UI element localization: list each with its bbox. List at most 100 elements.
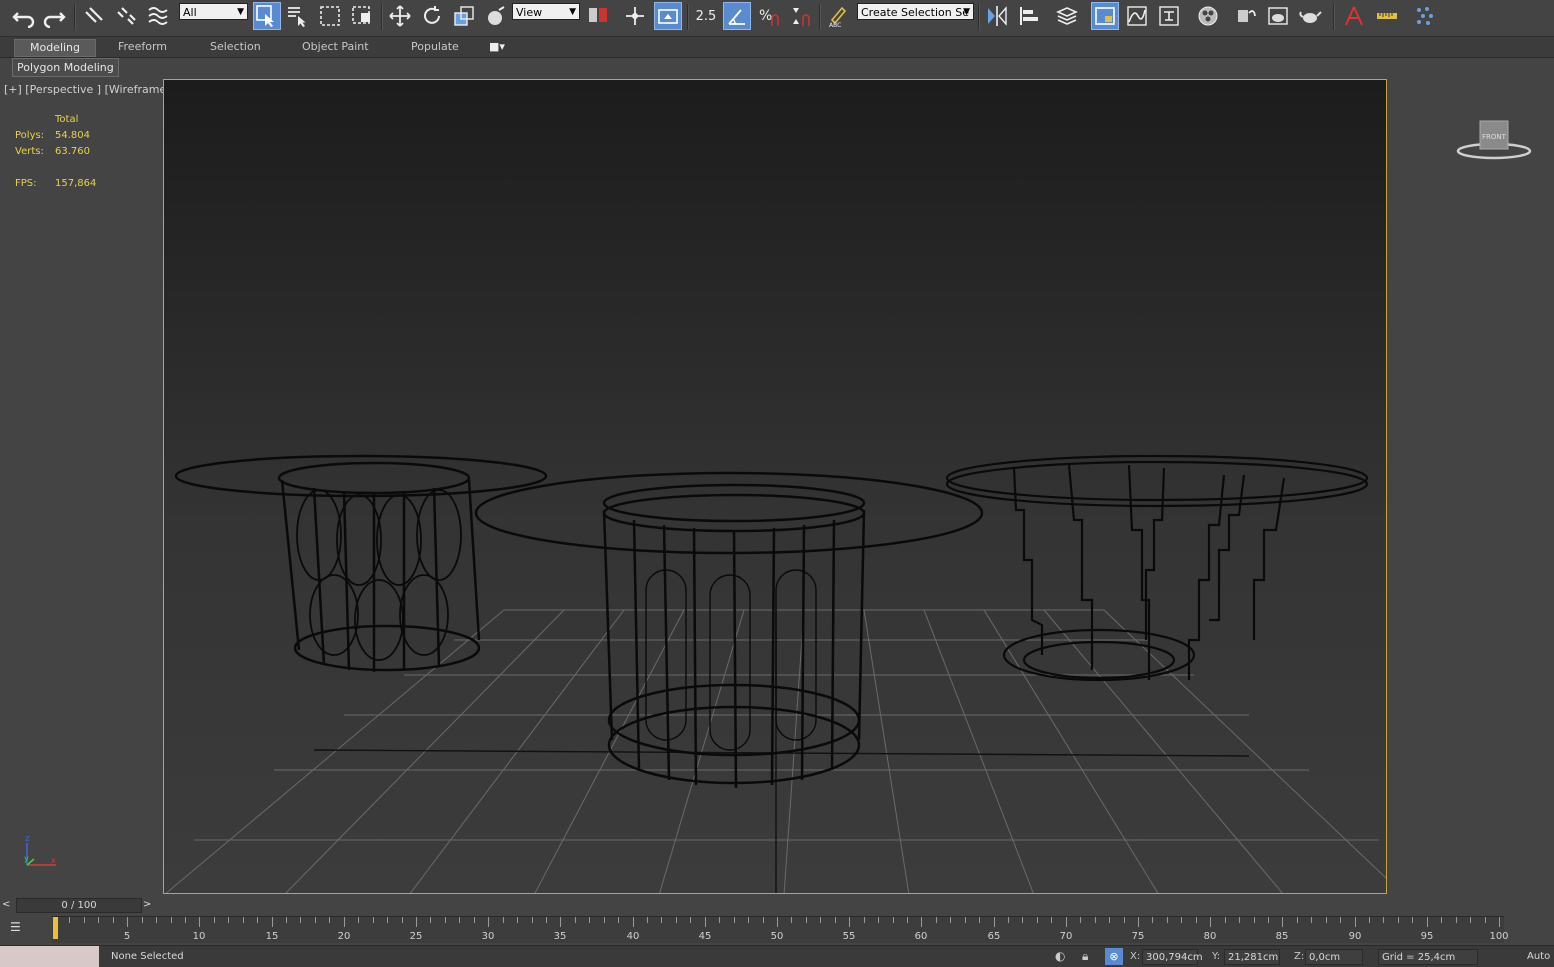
- curve-toggle-icon: ☰: [10, 920, 21, 934]
- ruler-tick: [1369, 917, 1370, 923]
- current-frame-marker[interactable]: [53, 917, 58, 939]
- schematic-icon: [1159, 6, 1179, 26]
- perspective-viewport[interactable]: [163, 79, 1387, 894]
- ruler-tick: [1282, 917, 1283, 927]
- tab-selection[interactable]: Selection: [210, 39, 261, 55]
- toolbar-separator: [1333, 4, 1335, 30]
- layer-explorer-button[interactable]: [1053, 2, 1081, 30]
- bind-spacewarp-button[interactable]: [144, 2, 172, 30]
- rendered-frame-button[interactable]: [1264, 2, 1292, 30]
- curve-editor-icon: [1127, 6, 1147, 26]
- select-manipulate-button[interactable]: [621, 2, 649, 30]
- time-slider-thumb[interactable]: 0 / 100: [16, 898, 142, 913]
- ribbon-options-button[interactable]: ■▾: [489, 39, 505, 55]
- undo-button[interactable]: [10, 2, 38, 30]
- ruler-tick: [214, 917, 215, 923]
- tab-modeling[interactable]: Modeling: [14, 39, 96, 57]
- tab-populate[interactable]: Populate: [411, 39, 459, 55]
- absolute-mode-icon: ⊗: [1109, 950, 1119, 963]
- ruler-tick-label: 20: [337, 931, 351, 942]
- viewport-label-menu[interactable]: [+] [Perspective ] [Wireframe ]: [4, 83, 174, 96]
- ruler-tick: [257, 917, 258, 923]
- ruler-tick: [1181, 917, 1182, 923]
- isolate-button[interactable]: ◐: [1055, 949, 1065, 963]
- polygon-modeling-panel-tab[interactable]: Polygon Modeling: [12, 58, 119, 77]
- ruler-tick-label: 10: [192, 931, 206, 942]
- ruler-tick: [243, 917, 244, 923]
- ruler-tick: [1254, 917, 1255, 923]
- edit-named-selection-button[interactable]: ABC: [824, 2, 852, 30]
- particle-view-button[interactable]: [1411, 2, 1439, 30]
- rect-selection-button[interactable]: [316, 2, 344, 30]
- ref-coord-dropdown[interactable]: View ▼: [512, 3, 580, 20]
- material-editor-button[interactable]: [1194, 2, 1222, 30]
- scale-button[interactable]: [450, 2, 478, 30]
- percent-snap-button[interactable]: %: [755, 2, 783, 30]
- selection-status: None Selected: [111, 951, 184, 962]
- stats-fps-label: FPS:: [15, 178, 37, 189]
- named-selection-dropdown[interactable]: Create Selection Se ▼: [857, 3, 974, 20]
- x-coord-label: X:: [1130, 951, 1141, 962]
- link-button[interactable]: [80, 2, 108, 30]
- align-button[interactable]: [1016, 2, 1044, 30]
- ruler-tick: [661, 917, 662, 923]
- placement-button[interactable]: [482, 2, 510, 30]
- keyboard-shortcut-override-button[interactable]: [654, 2, 682, 30]
- redo-button[interactable]: [40, 2, 68, 30]
- absolute-mode-button[interactable]: ⊗: [1105, 948, 1123, 965]
- mini-curve-editor-button[interactable]: ☰: [10, 920, 32, 936]
- auto-key-button[interactable]: Auto: [1524, 949, 1554, 965]
- tab-freeform[interactable]: Freeform: [118, 39, 167, 55]
- ruler-tick-label: 5: [123, 931, 131, 942]
- x-coord-field[interactable]: 300,794cm: [1142, 949, 1203, 965]
- ruler-tick: [315, 917, 316, 923]
- render-production-button[interactable]: [1296, 2, 1324, 30]
- civil-view-button[interactable]: [1340, 2, 1368, 30]
- ruler-tick: [1109, 917, 1110, 923]
- spacewarp-icon: [148, 7, 168, 25]
- maxscript-listener-field[interactable]: [0, 946, 99, 967]
- render-setup-button[interactable]: [1232, 2, 1260, 30]
- z-coord-field[interactable]: 0,0cm: [1305, 949, 1363, 965]
- tab-object-paint[interactable]: Object Paint: [302, 39, 369, 55]
- mirror-button[interactable]: [983, 2, 1011, 30]
- curve-editor-button[interactable]: [1123, 2, 1151, 30]
- measure-button[interactable]: [1373, 2, 1401, 30]
- unlink-button[interactable]: [112, 2, 140, 30]
- spinner-snap-button[interactable]: [787, 2, 815, 30]
- ruler-tick: [300, 917, 301, 923]
- ruler-tick: [171, 917, 172, 923]
- ruler-tick: [820, 917, 821, 923]
- angle-snap-button[interactable]: [723, 2, 751, 30]
- undo-icon: [12, 12, 35, 28]
- ruler-tick-label: 85: [1275, 931, 1289, 942]
- y-coord-field[interactable]: 21,281cm: [1224, 949, 1280, 965]
- next-frame-button[interactable]: >: [143, 898, 155, 911]
- ruler-tick: [763, 917, 764, 923]
- ribbon-options-icon: ■▾: [489, 40, 505, 53]
- rotate-button[interactable]: [418, 2, 446, 30]
- ruler-tick: [777, 917, 778, 927]
- pivot-center-button[interactable]: [584, 2, 612, 30]
- move-button[interactable]: [386, 2, 414, 30]
- ruler-tick: [1066, 917, 1067, 927]
- ruler-tick-label: 35: [553, 931, 567, 942]
- schematic-view-button[interactable]: [1155, 2, 1183, 30]
- ruler-tick-label: 15: [265, 931, 279, 942]
- selection-filter-dropdown[interactable]: All ▼: [179, 3, 248, 20]
- scene-explorer-button[interactable]: [1091, 2, 1119, 30]
- window-crossing-button[interactable]: [348, 2, 376, 30]
- snap-toggle-button[interactable]: 2.5: [692, 2, 720, 30]
- ruler-tick: [1239, 917, 1240, 923]
- ruler-tick: [1022, 917, 1023, 923]
- ruler-tick-label: 70: [1059, 931, 1073, 942]
- viewcube-widget[interactable]: FRONT: [1388, 79, 1554, 179]
- lock-selection-button[interactable]: 🔒︎: [1082, 949, 1088, 964]
- select-object-button[interactable]: [253, 2, 281, 30]
- ruler-tick: [719, 917, 720, 923]
- prev-frame-button[interactable]: <: [2, 898, 14, 911]
- ruler-tick: [430, 917, 431, 923]
- frame-ruler[interactable]: 5 10 15 20 25 30 35 40 45 50 55 60 65 70 75 80 85 90 95 100: [52, 916, 1509, 943]
- select-by-name-button[interactable]: [284, 2, 312, 30]
- scene-explorer-icon: [1095, 7, 1115, 25]
